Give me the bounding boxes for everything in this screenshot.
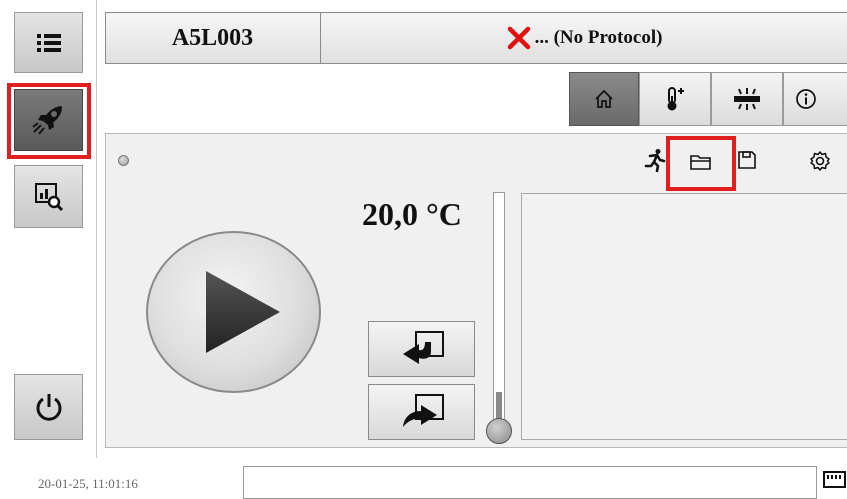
tab-home[interactable] bbox=[569, 72, 639, 126]
open-folder-icon bbox=[690, 155, 711, 170]
protocol-text: ... (No Protocol) bbox=[534, 27, 663, 48]
device-id-label: A5L003 bbox=[105, 12, 321, 64]
previous-step-button[interactable] bbox=[368, 321, 475, 377]
run-protocol-button[interactable] bbox=[14, 89, 83, 151]
temperature-readout: 20,0 °C bbox=[362, 196, 462, 232]
footer-message-box bbox=[243, 466, 817, 499]
footer-timestamp: 20-01-25, 11:01:16 bbox=[38, 476, 138, 491]
tab-light[interactable] bbox=[711, 72, 783, 126]
thermometer-plus-icon bbox=[667, 87, 684, 111]
status-led bbox=[118, 155, 129, 166]
settings-button[interactable] bbox=[805, 146, 835, 176]
return-arrow-icon bbox=[402, 331, 444, 364]
power-button[interactable] bbox=[14, 374, 83, 440]
light-bar-icon bbox=[734, 88, 760, 110]
open-file-button[interactable] bbox=[686, 149, 716, 175]
forward-arrow-icon bbox=[402, 394, 444, 427]
info-icon bbox=[795, 89, 816, 109]
home-icon bbox=[595, 89, 613, 108]
chart-search-icon bbox=[34, 182, 63, 211]
save-icon bbox=[738, 151, 756, 169]
red-x-icon bbox=[507, 26, 530, 50]
tab-info[interactable] bbox=[783, 72, 847, 126]
run-icon bbox=[644, 149, 666, 172]
play-icon bbox=[205, 271, 280, 353]
tab-temperature[interactable] bbox=[639, 72, 711, 126]
settings-icon bbox=[810, 151, 830, 171]
rocket-icon bbox=[31, 106, 62, 135]
temperature-slider-knob[interactable] bbox=[486, 418, 512, 444]
next-step-button[interactable] bbox=[368, 384, 475, 440]
save-button[interactable] bbox=[732, 146, 762, 174]
analysis-button[interactable] bbox=[14, 165, 83, 228]
graph-area bbox=[521, 193, 847, 440]
menu-icon bbox=[36, 33, 61, 52]
sidebar-divider bbox=[96, 0, 97, 458]
network-port-icon bbox=[822, 470, 847, 492]
menu-button[interactable] bbox=[14, 12, 83, 73]
protocol-status[interactable]: ... (No Protocol) bbox=[322, 12, 847, 64]
play-button[interactable] bbox=[146, 231, 321, 393]
power-icon bbox=[36, 394, 61, 421]
